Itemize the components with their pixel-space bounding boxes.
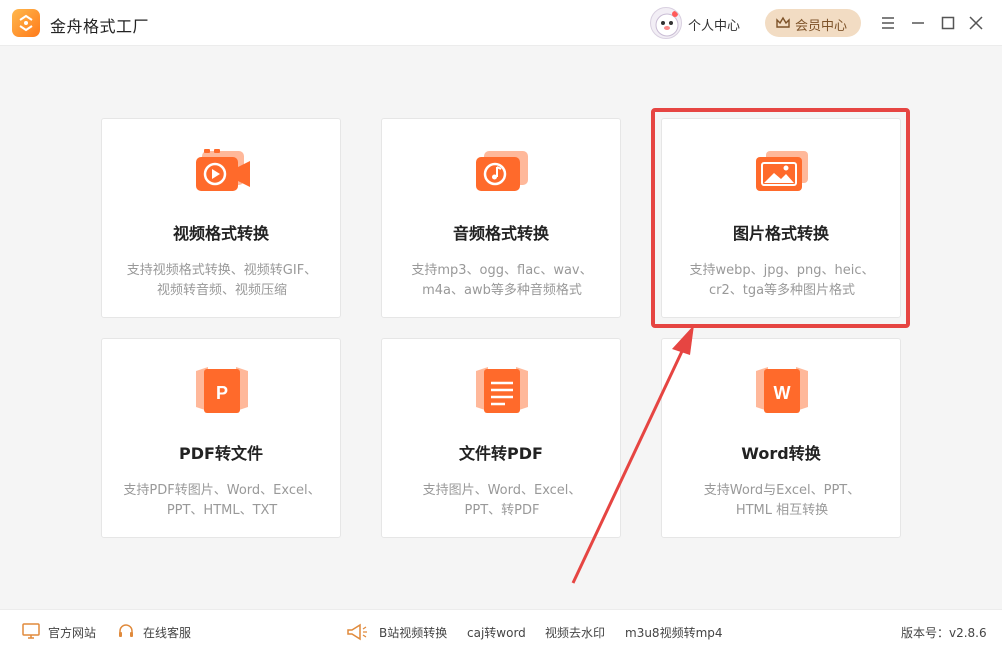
megaphone-icon [347, 623, 367, 641]
close-icon[interactable] [966, 13, 986, 33]
document-icon [476, 367, 528, 413]
version-label: 版本号：v2.8.6 [901, 626, 987, 640]
card-description: 支持webp、jpg、png、heic、 cr2、tga等多种图片格式 [672, 261, 892, 301]
vip-center-label: 会员中心 [795, 19, 848, 34]
title-bar: 金舟格式工厂 个人中心 会员中心 [0, 0, 1002, 46]
card-desc-line: 视频转音频、视频压缩 [156, 283, 287, 298]
pointer-arrow-icon [571, 325, 694, 584]
card-desc-line: 支持视频格式转换、视频转GIF、 [126, 263, 318, 278]
card-desc-line: 支持mp3、ogg、flac、wav、 [411, 263, 593, 278]
card-description: 支持PDF转图片、Word、Excel、 PPT、HTML、TXT [112, 481, 332, 521]
headset-icon [119, 624, 133, 637]
official-site-link[interactable]: 官方网站 [48, 624, 96, 641]
footer-link-watermark[interactable]: 视频去水印 [545, 624, 605, 641]
video-icon [196, 149, 250, 191]
image-icon [756, 151, 808, 191]
maximize-icon[interactable] [938, 13, 958, 33]
menu-icon[interactable] [878, 13, 898, 33]
image-convert-card[interactable]: 图片格式转换 支持webp、jpg、png、heic、 cr2、tga等多种图片… [661, 118, 901, 318]
footer-bar: 官方网站 在线客服 B站视频转换 caj转word 视频去水印 m3u8视频转m… [0, 609, 1002, 652]
pdf-icon: P [196, 367, 248, 413]
card-desc-line: 支持webp、jpg、png、heic、 [689, 263, 875, 278]
svg-text:W: W [774, 383, 791, 403]
user-center-label: 个人中心 [688, 19, 741, 34]
app-logo-icon [12, 9, 40, 37]
card-title: PDF转文件 [179, 444, 263, 463]
video-convert-card[interactable]: 视频格式转换 支持视频格式转换、视频转GIF、 视频转音频、视频压缩 [101, 118, 341, 318]
card-title: 音频格式转换 [452, 224, 549, 243]
footer-link-bilibili[interactable]: B站视频转换 [379, 624, 447, 641]
crown-icon [776, 16, 790, 28]
card-desc-line: m4a、awb等多种音频格式 [422, 283, 582, 298]
card-description: 支持视频格式转换、视频转GIF、 视频转音频、视频压缩 [112, 261, 332, 301]
avatar [650, 7, 682, 39]
app-title: 金舟格式工厂 [50, 17, 150, 36]
svg-text:P: P [216, 383, 228, 403]
footer-link-m3u8[interactable]: m3u8视频转mp4 [625, 624, 723, 641]
vip-center-button[interactable]: 会员中心 [765, 9, 861, 37]
online-service-link[interactable]: 在线客服 [143, 624, 191, 641]
music-icon [476, 151, 528, 191]
card-desc-line: cr2、tga等多种图片格式 [708, 283, 856, 298]
monitor-icon [22, 623, 40, 639]
minimize-icon[interactable] [908, 13, 928, 33]
word-icon: W [756, 367, 808, 413]
card-desc-line: PPT、HTML、TXT [166, 503, 278, 518]
audio-convert-card[interactable]: 音频格式转换 支持mp3、ogg、flac、wav、 m4a、awb等多种音频格… [381, 118, 621, 318]
card-title: 图片格式转换 [732, 224, 829, 243]
footer-link-caj[interactable]: caj转word [467, 624, 526, 641]
card-desc-line: 支持PDF转图片、Word、Excel、 [123, 483, 321, 498]
card-description: 支持mp3、ogg、flac、wav、 m4a、awb等多种音频格式 [392, 261, 612, 301]
main-content: 视频格式转换 支持视频格式转换、视频转GIF、 视频转音频、视频压缩 音频格式转… [0, 47, 1002, 609]
pdf-to-file-card[interactable]: P PDF转文件 支持PDF转图片、Word、Excel、 PPT、HTML、T… [101, 338, 341, 538]
card-title: 视频格式转换 [172, 224, 269, 243]
